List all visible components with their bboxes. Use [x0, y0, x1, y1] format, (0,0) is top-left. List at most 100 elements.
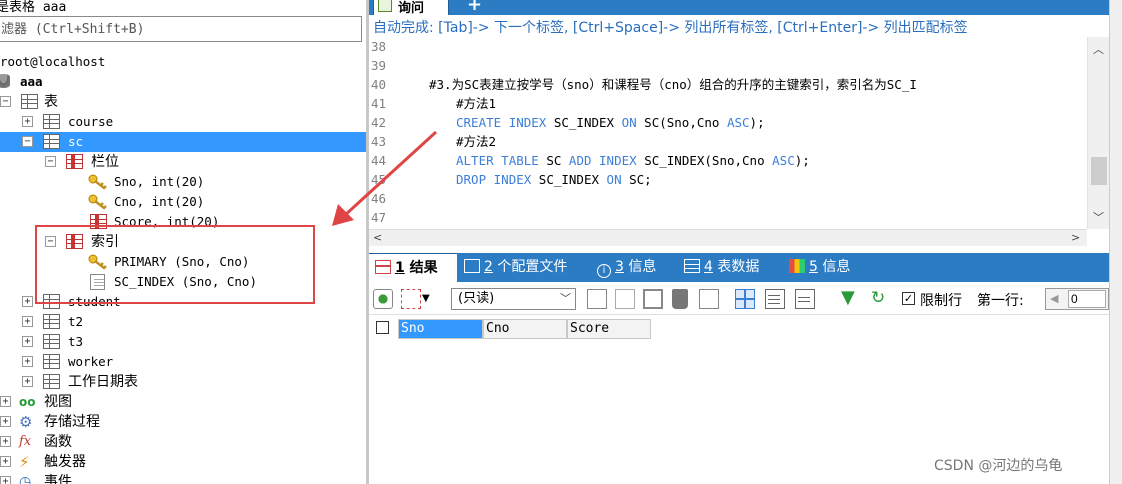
- tree-table-sc[interactable]: − sc: [0, 132, 366, 152]
- tree-table-student[interactable]: + student: [0, 292, 366, 312]
- column-header-sno[interactable]: Sno: [398, 319, 483, 339]
- tree-table-workdate[interactable]: + 工作日期表: [0, 372, 366, 392]
- editor-line: 45 DROP INDEX SC_INDEX ON SC;: [369, 170, 1087, 189]
- tree-column[interactable]: Sno, int(20): [0, 172, 366, 192]
- collapse-icon[interactable]: −: [45, 156, 56, 167]
- collapse-icon[interactable]: −: [22, 136, 33, 147]
- expand-icon[interactable]: +: [22, 296, 33, 307]
- refresh-icon[interactable]: ↻: [871, 289, 891, 309]
- sql-editor[interactable]: 38 39 40 #3.为SC表建立按学号（sno）和课程号（cno）组合的升序的…: [369, 37, 1087, 229]
- database-label: aaa: [20, 74, 43, 89]
- tree-table-worker[interactable]: + worker: [0, 352, 366, 372]
- result-tab-bar: 1 结果 2 个配置文件 i3 信息 4 表数据 5 信息: [369, 253, 1109, 282]
- save-icon[interactable]: [643, 289, 663, 309]
- tab-query-label: 询问: [398, 1, 425, 16]
- tab-profiles[interactable]: 2 个配置文件: [464, 253, 567, 282]
- scroll-left-icon[interactable]: <: [373, 231, 382, 244]
- previous-page-icon[interactable]: ◀: [1050, 292, 1058, 305]
- column-icon: [90, 214, 107, 229]
- insert-row-icon[interactable]: [587, 289, 607, 309]
- select-all-checkbox[interactable]: [376, 321, 389, 334]
- tab-label: 个配置文件: [497, 259, 568, 275]
- form-view-icon[interactable]: [765, 289, 785, 309]
- delete-icon[interactable]: [672, 289, 688, 309]
- tree-column[interactable]: Cno, int(20): [0, 192, 366, 212]
- triggers-folder-label: 触发器: [44, 454, 86, 470]
- tree-columns-folder[interactable]: − 栏位: [0, 152, 366, 172]
- table-label: sc: [68, 134, 84, 149]
- tab-label: 表数据: [717, 259, 760, 275]
- scroll-down-icon[interactable]: ﹀: [1093, 209, 1104, 225]
- tree-connection[interactable]: root@localhost: [0, 52, 366, 72]
- tree-column[interactable]: Score, int(20): [0, 212, 366, 232]
- expand-icon[interactable]: +: [22, 336, 33, 347]
- add-row-icon[interactable]: [373, 289, 393, 309]
- expand-icon[interactable]: +: [0, 396, 11, 407]
- table-icon: [43, 374, 60, 389]
- tab-query[interactable]: 询问: [373, 0, 449, 16]
- info-icon: i: [597, 264, 611, 278]
- tree-functions-folder[interactable]: + fx 函数: [0, 432, 366, 452]
- collapse-icon[interactable]: −: [0, 96, 11, 107]
- editor-vertical-scrollbar[interactable]: ︿ ﹀: [1087, 37, 1109, 229]
- scroll-thumb[interactable]: [1091, 157, 1107, 185]
- line-number: 40: [371, 77, 387, 92]
- tab-table-data[interactable]: 4 表数据: [684, 253, 759, 282]
- window-edge-scrollbar: [1109, 0, 1122, 484]
- column-header-score[interactable]: Score: [567, 319, 651, 339]
- first-row-input[interactable]: [1068, 290, 1106, 308]
- grid-view-icon[interactable]: [735, 289, 755, 309]
- expand-icon[interactable]: +: [22, 316, 33, 327]
- tree-triggers-folder[interactable]: + ⚡ 触发器: [0, 452, 366, 472]
- refresh-table-icon[interactable]: [699, 289, 719, 309]
- procedures-folder-label: 存储过程: [44, 414, 100, 430]
- tree-events-folder[interactable]: + ◷ 事件: [0, 472, 366, 484]
- limit-rows-checkbox[interactable]: ✓: [902, 292, 915, 305]
- column-header-cno[interactable]: Cno: [483, 319, 567, 339]
- editor-line: 39: [369, 56, 1087, 75]
- expand-icon[interactable]: +: [0, 456, 11, 467]
- tree-indexes-folder[interactable]: − 索引: [0, 232, 366, 252]
- tab-label: 信息: [628, 259, 657, 275]
- scroll-right-icon[interactable]: >: [1071, 231, 1080, 244]
- expand-icon[interactable]: +: [22, 116, 33, 127]
- readonly-select-value: (只读): [458, 291, 495, 306]
- tab-info[interactable]: i3 信息: [597, 253, 656, 282]
- tab-results[interactable]: 1 结果: [369, 253, 457, 282]
- tree-tables-folder[interactable]: − 表: [0, 92, 366, 112]
- columns-folder-icon: [66, 154, 83, 169]
- duplicate-row-icon[interactable]: [615, 289, 635, 309]
- expand-icon[interactable]: +: [0, 476, 11, 484]
- editor-horizontal-scrollbar[interactable]: < >: [369, 229, 1087, 246]
- filter-icon[interactable]: ▼: [841, 289, 861, 309]
- tab-number: 4: [704, 259, 713, 275]
- chevron-down-icon[interactable]: ▼: [422, 289, 432, 309]
- tree-index[interactable]: SC_INDEX (Sno, Cno): [0, 272, 366, 292]
- export-icon[interactable]: [401, 289, 421, 309]
- tree-index[interactable]: PRIMARY (Sno, Cno): [0, 252, 366, 272]
- expand-icon[interactable]: +: [0, 436, 11, 447]
- text-view-icon[interactable]: [795, 289, 815, 309]
- filter-input[interactable]: [0, 17, 361, 41]
- query-tab-bar: 询问 +: [369, 0, 1122, 16]
- table-folder-icon: [21, 94, 38, 109]
- readonly-select[interactable]: (只读) ﹀: [451, 288, 576, 310]
- tree-table-course[interactable]: + course: [0, 112, 366, 132]
- expand-icon[interactable]: +: [0, 416, 11, 427]
- tree-procedures-folder[interactable]: + ⚙ 存储过程: [0, 412, 366, 432]
- tree-table-t3[interactable]: + t3: [0, 332, 366, 352]
- expand-icon[interactable]: +: [22, 376, 33, 387]
- tab-info-2[interactable]: 5 信息: [789, 253, 850, 282]
- tree-table-t2[interactable]: + t2: [0, 312, 366, 332]
- add-tab-button[interactable]: +: [467, 0, 482, 14]
- collapse-icon[interactable]: −: [45, 236, 56, 247]
- key-icon: [88, 254, 107, 270]
- editor-line: 38: [369, 37, 1087, 56]
- tab-number: 5: [809, 259, 818, 275]
- expand-icon[interactable]: +: [22, 356, 33, 367]
- tree-views-folder[interactable]: + oo 视图: [0, 392, 366, 412]
- scroll-up-icon[interactable]: ︿: [1093, 41, 1104, 57]
- code-statement: ALTER TABLE SC ADD INDEX SC_INDEX(Sno,Cn…: [456, 153, 810, 168]
- tree-database[interactable]: aaa: [0, 72, 366, 92]
- filter-box[interactable]: [0, 16, 362, 42]
